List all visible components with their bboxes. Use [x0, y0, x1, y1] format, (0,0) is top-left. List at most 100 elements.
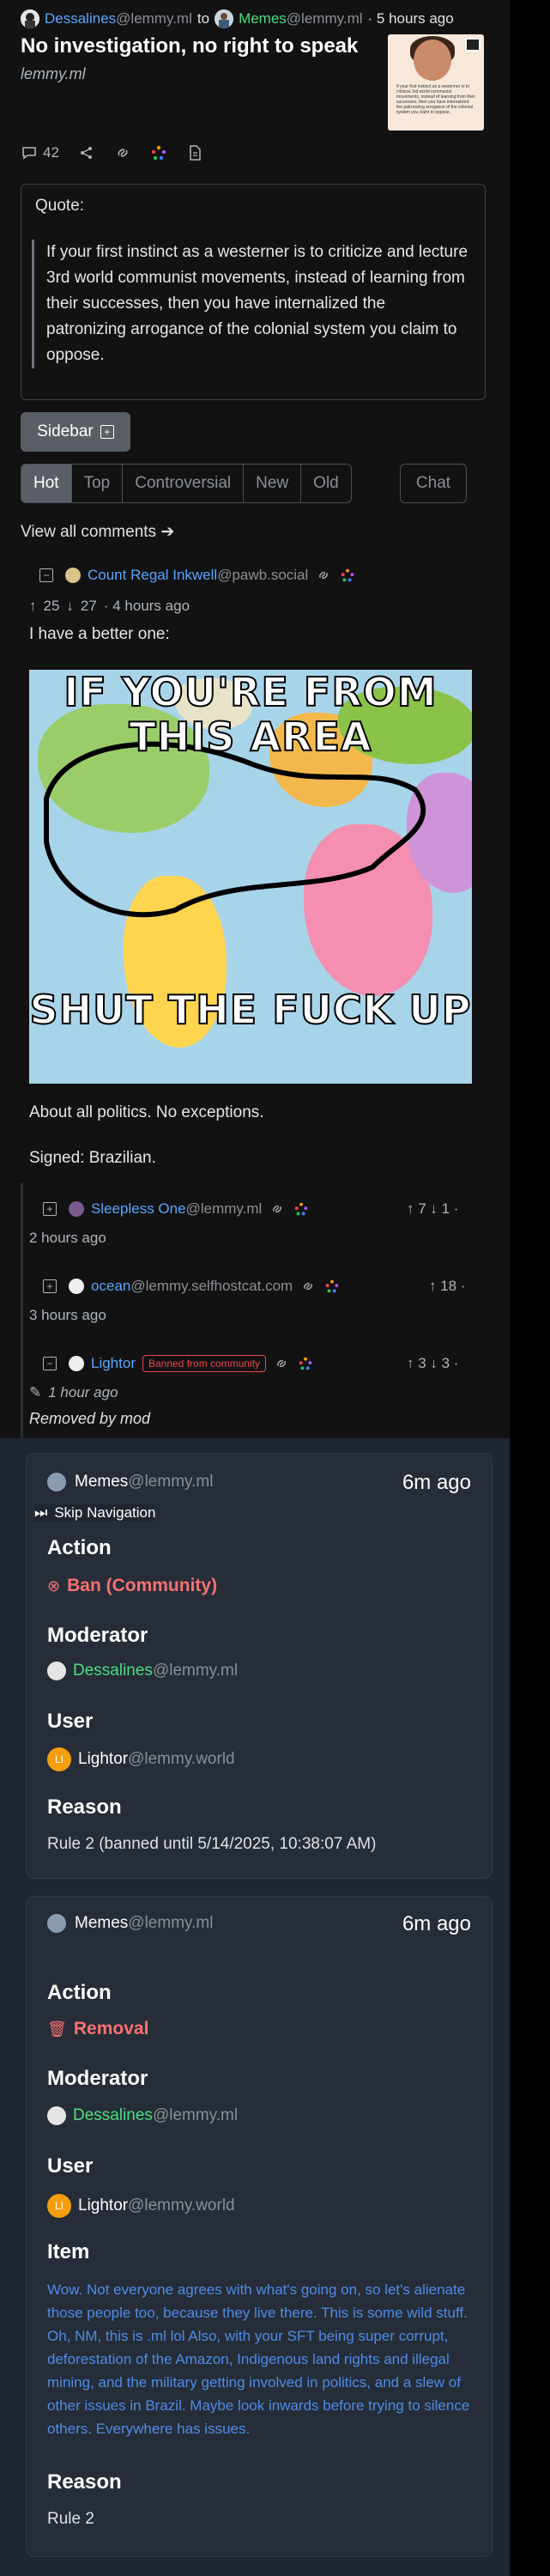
moderator-value[interactable]: Dessalines @lemmy.ml — [47, 2106, 238, 2125]
meme-top-caption: IF YOU'RE FROM THIS AREA — [63, 670, 438, 760]
action-label: Action — [47, 1536, 112, 1559]
fediverse-icon[interactable] — [323, 1278, 341, 1295]
view-all-comments-link[interactable]: View all comments ➔ — [21, 522, 174, 542]
post-community-instance: @lemmy.ml — [286, 10, 363, 27]
upvote-icon[interactable]: ↑ — [29, 598, 37, 615]
meme-bottom-caption: SHUT THE FUCK UP — [29, 987, 472, 1033]
link-icon[interactable] — [273, 1355, 290, 1372]
user-value[interactable]: LI Lightor @lemmy.world — [47, 1747, 235, 1771]
comment-votes[interactable]: ↑ 3 ↓ 3 · — [407, 1355, 458, 1372]
post-time: · 5 hours ago — [367, 10, 454, 27]
user-value[interactable]: LI Lightor @lemmy.world — [47, 2194, 235, 2218]
moderator-label: Moderator — [47, 2067, 148, 2090]
link-icon[interactable] — [114, 144, 131, 161]
modlog-community[interactable]: Memes @lemmy.ml — [47, 1914, 213, 1933]
sort-top-button[interactable]: Top — [71, 464, 124, 503]
fediverse-icon[interactable] — [297, 1355, 314, 1372]
modlog-community-name: Memes — [75, 1473, 129, 1491]
moderator-instance: @lemmy.ml — [152, 1662, 239, 1680]
comment-votes[interactable]: ↑ 18 · — [429, 1278, 466, 1295]
comment-icon — [21, 144, 38, 161]
thumbnail-text: If your first instinct as a westerner is… — [396, 84, 475, 115]
modlog-community-instance: @lemmy.ml — [128, 1914, 214, 1932]
post-domain: lemmy.ml — [21, 65, 86, 82]
post-community-link[interactable]: Memes — [239, 10, 287, 27]
comment-author-instance: @lemmy.ml — [185, 1200, 263, 1217]
comment-count: 42 — [43, 144, 59, 161]
comment-author-link[interactable]: ocean — [91, 1278, 130, 1295]
comment-header: + Sleepless One @lemmy.ml — [43, 1200, 310, 1218]
document-icon[interactable] — [186, 144, 203, 161]
comment-votes: ↑ 25 ↓ 27 · 4 hours ago — [29, 598, 190, 615]
link-icon[interactable] — [269, 1200, 286, 1218]
comment-meme-image[interactable]: IF YOU'RE FROM THIS AREA SHUT THE FUCK U… — [29, 670, 472, 1084]
link-icon[interactable] — [315, 567, 332, 584]
comment-votes[interactable]: ↑ 7 ↓ 1 · — [407, 1200, 458, 1218]
share-icon[interactable] — [78, 144, 95, 161]
modlog-community[interactable]: Memes @lemmy.ml — [47, 1473, 213, 1492]
item-content[interactable]: Wow. Not everyone agrees with what's goi… — [47, 2278, 473, 2440]
post-thumbnail[interactable]: If your first instinct as a westerner is… — [388, 34, 484, 131]
expand-icon[interactable]: + — [43, 1202, 57, 1216]
sort-hot-button[interactable]: Hot — [21, 464, 72, 503]
action-value: 🗑 Removal — [47, 2019, 148, 2039]
modlog-community-instance: @lemmy.ml — [128, 1473, 214, 1491]
reason-label: Reason — [47, 1795, 122, 1819]
user-name: Lightor — [78, 1750, 129, 1768]
expand-icon[interactable]: + — [43, 1279, 57, 1293]
comment-time: · 4 hours ago — [103, 598, 190, 614]
modlog-entry: Memes @lemmy.ml 6m ago Action 🗑 Removal M… — [26, 1896, 493, 2557]
comment-text-2: About all politics. No exceptions. — [29, 1103, 264, 1121]
link-icon[interactable] — [299, 1278, 317, 1295]
sort-new-button[interactable]: New — [244, 464, 302, 503]
moderator-instance: @lemmy.ml — [152, 2106, 239, 2124]
comment-header: − Lightor Banned from community — [43, 1355, 314, 1372]
post-action-bar: 42 — [21, 144, 203, 161]
chat-button[interactable]: Chat — [400, 464, 467, 503]
fediverse-icon[interactable] — [339, 567, 356, 584]
commenter-avatar[interactable] — [69, 1279, 84, 1294]
reason-value: Rule 2 (banned until 5/14/2025, 10:38:07… — [47, 1835, 377, 1853]
comments-count-button[interactable]: 42 — [21, 144, 59, 161]
sort-old-button[interactable]: Old — [301, 464, 352, 503]
comment-author-link[interactable]: Lightor — [91, 1355, 136, 1372]
modlog-community-name: Memes — [75, 1914, 129, 1932]
collapse-icon[interactable]: − — [43, 1357, 57, 1370]
commenter-avatar[interactable] — [69, 1356, 84, 1371]
fediverse-icon[interactable] — [150, 144, 167, 161]
item-label: Item — [47, 2240, 90, 2263]
comment-author-link[interactable]: Count Regal Inkwell — [88, 567, 217, 584]
image-badge-icon — [465, 38, 480, 52]
skip-navigation-label: Skip Navigation — [54, 1504, 156, 1521]
comment-author-link[interactable]: Sleepless One — [91, 1200, 186, 1218]
commenter-avatar[interactable] — [69, 1201, 84, 1217]
plus-square-icon: + — [100, 425, 114, 439]
post-page: Dessalines @lemmy.ml to Memes @lemmy.ml · … — [0, 0, 510, 1441]
fediverse-icon[interactable] — [293, 1200, 310, 1218]
action-value: ⊗ Ban (Community) — [47, 1576, 217, 1596]
pencil-icon: ✎ — [29, 1384, 42, 1400]
reason-value: Rule 2 — [47, 2510, 94, 2528]
author-avatar[interactable] — [21, 9, 39, 28]
collapse-icon[interactable]: − — [39, 568, 53, 582]
commenter-avatar[interactable] — [65, 568, 81, 583]
sort-controversial-button[interactable]: Controversial — [123, 464, 245, 503]
moderator-value[interactable]: Dessalines @lemmy.ml — [47, 1662, 238, 1680]
action-text: Ban (Community) — [67, 1576, 218, 1595]
modlog-time: 6m ago — [402, 1471, 471, 1494]
moderator-name: Dessalines — [73, 1662, 153, 1680]
skip-forward-icon: ⏭ — [34, 1504, 48, 1521]
skip-navigation-link[interactable]: ⏭ Skip Navigation — [34, 1504, 156, 1522]
quote-text: If your first instinct as a westerner is… — [32, 240, 469, 368]
thread-line — [21, 1183, 23, 1441]
sidebar-button[interactable]: Sidebar + — [21, 412, 130, 452]
removed-notice: Removed by mod — [29, 1410, 151, 1427]
post-author-link[interactable]: Dessalines — [45, 10, 116, 27]
post-title[interactable]: No investigation, no right to speak — [21, 34, 358, 58]
downvote-icon[interactable]: ↓ — [66, 598, 74, 615]
comment-sort-group: Hot Top Controversial New Old — [21, 464, 352, 503]
comment-time-edited: ✎ 1 hour ago — [29, 1384, 118, 1401]
comment-time: 2 hours ago — [29, 1230, 106, 1246]
community-avatar[interactable] — [215, 9, 234, 28]
user-avatar: LI — [47, 2194, 71, 2218]
